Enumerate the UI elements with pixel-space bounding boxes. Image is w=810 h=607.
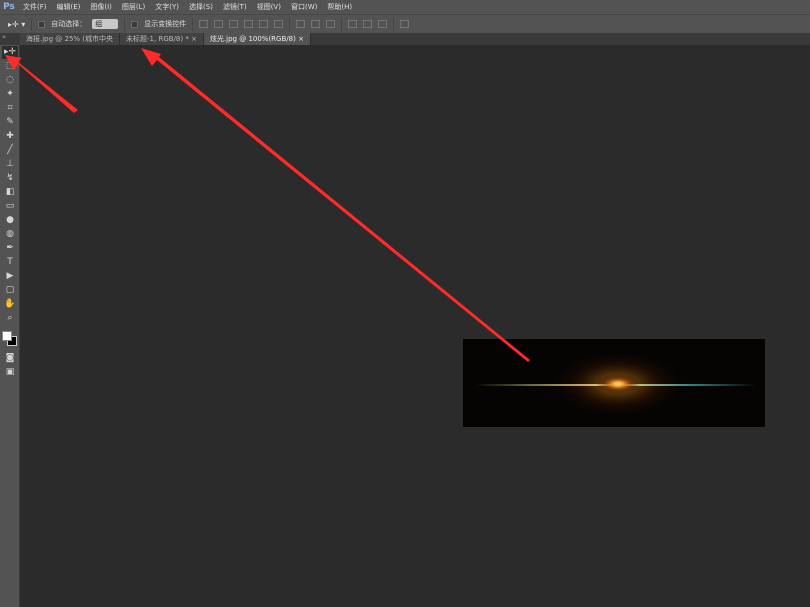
distribute-hcenter-icon[interactable] bbox=[363, 20, 373, 28]
divider bbox=[393, 17, 395, 31]
hand-icon[interactable]: ✋ bbox=[2, 298, 18, 311]
path-selection-icon[interactable]: ▶ bbox=[2, 270, 18, 283]
document-canvas[interactable] bbox=[463, 339, 765, 427]
lens-flare-image bbox=[473, 349, 758, 419]
tab-poster[interactable]: 海报.jpg @ 25% (城市中央 bbox=[20, 33, 121, 45]
menu-layer[interactable]: 图层(L) bbox=[117, 0, 150, 14]
move-icon[interactable]: ▸✛ bbox=[2, 46, 18, 59]
menu-file[interactable]: 文件(F) bbox=[18, 0, 52, 14]
close-icon[interactable]: × bbox=[298, 35, 304, 43]
dodge-icon[interactable]: ◍ bbox=[2, 228, 18, 241]
tab-label: 未标题-1, RGB/8) * bbox=[126, 35, 189, 43]
align-top-icon[interactable] bbox=[199, 20, 209, 28]
clone-stamp-icon[interactable]: ⊥ bbox=[2, 158, 18, 171]
move-tool-preset-icon[interactable]: ▸✛ ▾ bbox=[8, 20, 25, 29]
zoom-icon[interactable]: ⌕ bbox=[2, 312, 18, 325]
lasso-icon[interactable]: ◌ bbox=[2, 74, 18, 87]
pen-icon[interactable]: ✒ bbox=[2, 242, 18, 255]
align-vcenter-icon[interactable] bbox=[214, 20, 224, 28]
gradient-icon[interactable]: ▭ bbox=[2, 200, 18, 213]
tab-label: 海报.jpg @ 25% (城市中央 bbox=[26, 35, 114, 43]
align-left-icon[interactable] bbox=[244, 20, 254, 28]
menu-view[interactable]: 视图(V) bbox=[252, 0, 286, 14]
magic-wand-icon[interactable]: ✦ bbox=[2, 88, 18, 101]
auto-select-label: 自动选择： bbox=[51, 20, 87, 28]
shape-icon[interactable]: ▢ bbox=[2, 284, 18, 297]
divider bbox=[289, 17, 291, 31]
align-hcenter-icon[interactable] bbox=[259, 20, 269, 28]
distribute-top-icon[interactable] bbox=[296, 20, 306, 28]
distribute-right-icon[interactable] bbox=[378, 20, 388, 28]
align-right-icon[interactable] bbox=[274, 20, 284, 28]
distribute-vcenter-icon[interactable] bbox=[311, 20, 321, 28]
options-bar: ▸✛ ▾ 自动选择： 组 显示变换控件 bbox=[0, 14, 810, 33]
eyedropper-icon[interactable]: ✎ bbox=[2, 116, 18, 129]
menu-window[interactable]: 窗口(W) bbox=[286, 0, 322, 14]
menu-filter[interactable]: 滤镜(T) bbox=[218, 0, 252, 14]
close-icon[interactable]: × bbox=[191, 35, 197, 43]
divider bbox=[192, 17, 194, 31]
tools-panel: ▸✛ ⬚ ◌ ✦ ⌗ ✎ ✚ ╱ ⊥ ↯ ◧ ▭ ● ◍ ✒ T ▶ ▢ ✋ ⌕ ◙ ▣ bbox=[0, 45, 20, 607]
blur-icon[interactable]: ● bbox=[2, 214, 18, 227]
document-tabs: 海报.jpg @ 25% (城市中央 未标题-1, RGB/8) * × 炫光.… bbox=[20, 33, 810, 45]
auto-select-dropdown[interactable]: 组 bbox=[92, 19, 119, 29]
marquee-icon[interactable]: ⬚ bbox=[2, 60, 18, 73]
menu-bar: Ps 文件(F) 编辑(E) 图像(I) 图层(L) 文字(Y) 选择(S) 滤… bbox=[0, 0, 810, 14]
history-brush-icon[interactable]: ↯ bbox=[2, 172, 18, 185]
brush-icon[interactable]: ╱ bbox=[2, 144, 18, 157]
menu-image[interactable]: 图像(I) bbox=[85, 0, 117, 14]
screen-mode-icon[interactable]: ▣ bbox=[2, 366, 18, 379]
quick-mask-icon[interactable]: ◙ bbox=[2, 352, 18, 365]
crop-icon[interactable]: ⌗ bbox=[2, 102, 18, 115]
auto-select-checkbox[interactable] bbox=[38, 20, 46, 28]
auto-align-icon[interactable] bbox=[400, 20, 410, 28]
annotation-arrows bbox=[5, 48, 530, 362]
tab-untitled[interactable]: 未标题-1, RGB/8) * × bbox=[120, 33, 204, 45]
healing-brush-icon[interactable]: ✚ bbox=[2, 130, 18, 143]
menu-help[interactable]: 帮助(H) bbox=[322, 0, 357, 14]
menu-select[interactable]: 选择(S) bbox=[184, 0, 218, 14]
divider bbox=[31, 17, 33, 31]
tab-flare[interactable]: 炫光.jpg @ 100%(RGB/8) × bbox=[203, 33, 311, 45]
toolbar-collapse-icon[interactable]: » bbox=[0, 33, 20, 45]
menu-edit[interactable]: 编辑(E) bbox=[52, 0, 86, 14]
eraser-icon[interactable]: ◧ bbox=[2, 186, 18, 199]
show-transform-checkbox[interactable] bbox=[131, 20, 139, 28]
type-icon[interactable]: T bbox=[2, 256, 18, 269]
divider bbox=[341, 17, 343, 31]
red-arrow-tab bbox=[141, 48, 530, 362]
menu-type[interactable]: 文字(Y) bbox=[150, 0, 184, 14]
show-transform-label: 显示变换控件 bbox=[144, 20, 187, 28]
color-swatches[interactable] bbox=[0, 327, 19, 351]
tab-label: 炫光.jpg @ 100%(RGB/8) bbox=[209, 35, 296, 43]
divider bbox=[124, 17, 126, 31]
distribute-bottom-icon[interactable] bbox=[326, 20, 336, 28]
distribute-left-icon[interactable] bbox=[348, 20, 358, 28]
align-bottom-icon[interactable] bbox=[229, 20, 239, 28]
foreground-color-swatch[interactable] bbox=[2, 331, 12, 341]
photoshop-logo: Ps bbox=[3, 2, 15, 12]
